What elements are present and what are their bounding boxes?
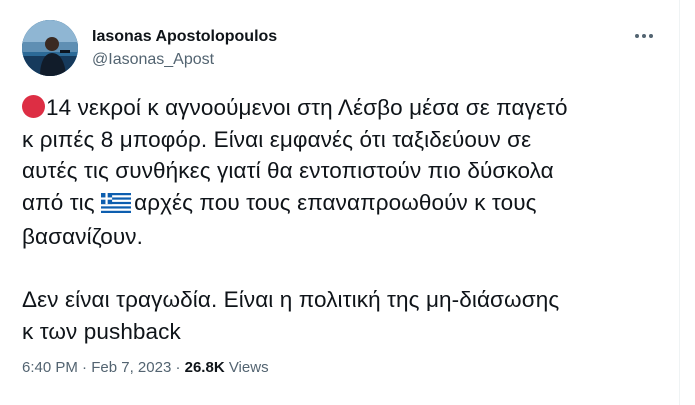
red-circle-emoji-icon (22, 95, 45, 118)
views-count[interactable]: 26.8K (185, 359, 225, 376)
tweet-meta: 6:40 PM · Feb 7, 2023 · 26.8K Views (22, 358, 269, 378)
tweet-text: 14 νεκροί κ αγνοούμενοι στη Λέσβο μέσα σ… (22, 92, 652, 347)
tweet-time: 6:40 PM (22, 359, 78, 376)
tweet-timestamp-link[interactable]: 6:40 PM · Feb 7, 2023 (22, 359, 171, 376)
tweet-line-4: από τις αρχές που τους επαναπροωθούν κ τ… (22, 187, 652, 222)
tweet-line-2: κ ριπές 8 μποφόρ. Είναι εμφανές ότι ταξι… (22, 126, 532, 152)
more-horizontal-icon (635, 34, 653, 38)
meta-separator: · (77, 359, 92, 376)
tweet-card: Iasonas Apostolopoulos @Iasonas_Apost 14… (0, 0, 695, 405)
author-names: Iasonas Apostolopoulos @Iasonas_Apost (92, 27, 277, 70)
meta-separator: · (171, 359, 185, 376)
author-handle[interactable]: @Iasonas_Apost (92, 50, 277, 70)
tweet-header: Iasonas Apostolopoulos @Iasonas_Apost (22, 20, 662, 76)
more-options-button[interactable] (632, 26, 656, 46)
tweet-line-5: βασανίζουν. (22, 224, 143, 249)
avatar[interactable] (22, 20, 78, 76)
profile-photo-icon (22, 20, 78, 76)
tweet-line-1: 14 νεκροί κ αγνοούμενοι στη Λέσβο μέσα σ… (22, 92, 652, 124)
tweet-line-7: κ των pushback (22, 318, 181, 344)
tweet-line-3: αυτές τις συνθήκες γιατί θα εντοπιστούν … (22, 158, 554, 183)
views-label: Views (228, 359, 269, 376)
greece-flag-icon (101, 190, 132, 222)
card-border (679, 0, 680, 405)
tweet-line-6: Δεν είναι τραγωδία. Είναι η πολιτική της… (22, 287, 560, 312)
author-display-name[interactable]: Iasonas Apostolopoulos (92, 27, 277, 47)
tweet-date: Feb 7, 2023 (91, 359, 172, 376)
